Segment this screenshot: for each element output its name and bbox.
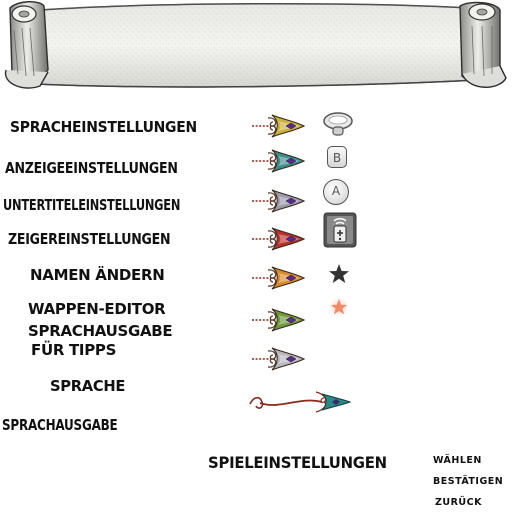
b-button-label: B [332,151,342,165]
menu-item-change-name[interactable]: NAMEN ÄNDERN [30,266,165,284]
hint-back-label: ZURÜCK [435,497,482,508]
menu-item-language-settings[interactable]: SPRACHEINSTELLUNGEN [10,118,197,136]
scroll-left-roll [4,1,49,89]
a-button-label: A [331,184,341,198]
a-button-icon: A [323,179,349,205]
menu-item-display-settings[interactable]: ANZEIGEEINSTELLUNGEN [5,159,178,177]
menu-item-crest-editor[interactable]: WAPPEN-EDITOR [28,300,166,318]
control-stick-icon [323,112,353,136]
menu-item-voice-hints[interactable]: SPRACHAUSGABE FÜR TIPPS [28,322,173,360]
menu-item-voice-output[interactable]: SPRACHAUSGABE [2,416,118,434]
menu-item-subtitle-settings[interactable]: UNTERTITELEINSTELLUNGEN [3,196,180,214]
menu-item-voice-hints-line2: FÜR TIPPS [31,341,117,359]
remote-pointer-icon [323,212,357,248]
b-button-icon: B [327,146,347,168]
ornate-arrow-icon [250,188,306,214]
orange-star-icon [329,297,349,317]
menu-item-pointer-settings[interactable]: ZEIGEREINSTELLUNGEN [8,230,171,248]
hint-select-label: WÄHLEN [433,455,482,466]
ornate-arrow-icon [250,307,306,333]
ornate-arrow-icon [250,113,306,139]
dark-star-icon [329,264,349,283]
ornate-arrow-icon [250,346,306,372]
ornate-arrow-icon [250,226,306,252]
scroll-right-roll [459,1,507,88]
menu-item-voice-hints-line1: SPRACHAUSGABE [28,322,173,340]
ornate-arrow-icon [250,148,306,174]
hint-confirm-label: BESTÄTIGEN [433,476,504,487]
menu-item-language[interactable]: SPRACHE [50,377,125,395]
scroll-banner [4,1,507,89]
ornate-long-arrow-icon [249,391,352,413]
footer-title: SPIELEINSTELLUNGEN [208,453,387,472]
ornate-arrow-icon [250,265,306,291]
